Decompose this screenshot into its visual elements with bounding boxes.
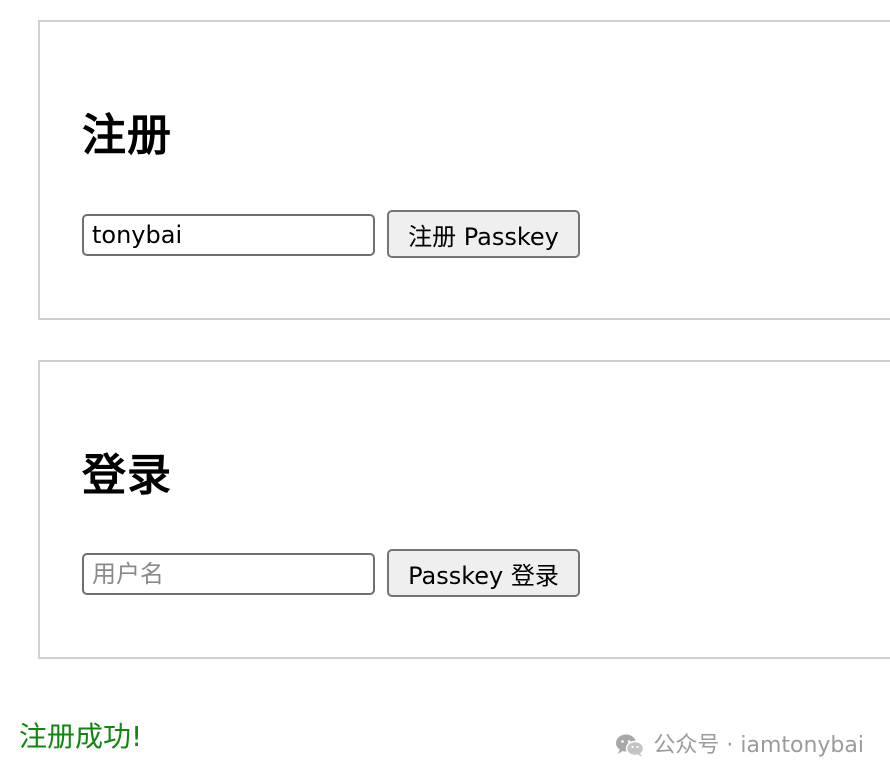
status-message: 注册成功! — [19, 720, 143, 753]
watermark: 公众号 · iamtonybai — [615, 733, 864, 759]
passkey-login-button[interactable]: Passkey 登录 — [387, 549, 580, 597]
register-card: 注册 注册 Passkey — [38, 20, 890, 320]
wechat-icon — [615, 733, 645, 759]
watermark-text: 公众号 · iamtonybai — [653, 733, 864, 758]
page: 注册 注册 Passkey 登录 Passkey 登录 注册成功! 公众号 · … — [0, 0, 890, 782]
register-passkey-button[interactable]: 注册 Passkey — [387, 210, 580, 258]
login-username-input[interactable] — [82, 553, 375, 595]
login-title: 登录 — [82, 450, 172, 501]
register-title: 注册 — [82, 110, 172, 161]
register-username-input[interactable] — [82, 214, 375, 256]
login-card: 登录 Passkey 登录 — [38, 360, 890, 659]
